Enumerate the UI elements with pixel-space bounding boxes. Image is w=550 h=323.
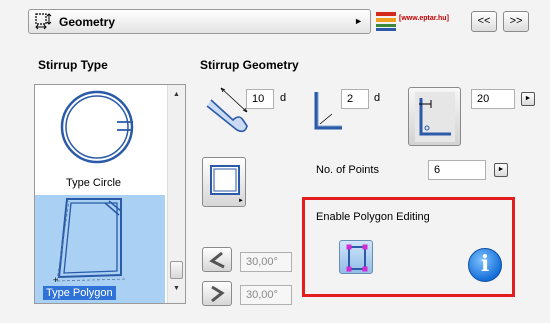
hook-length-icon <box>206 87 248 133</box>
angle-2-button[interactable] <box>202 281 232 306</box>
scroll-up-icon[interactable]: ▲ <box>173 91 180 98</box>
previous-button[interactable]: << <box>471 11 497 32</box>
polygon-editing-label: Enable Polygon Editing <box>316 211 430 223</box>
stirrup-geometry-heading: Stirrup Geometry <box>200 58 299 72</box>
circle-stirrup-icon <box>60 90 134 164</box>
shape-selector-button[interactable]: ► <box>202 157 246 207</box>
next-button[interactable]: >> <box>503 11 529 32</box>
list-scrollbar[interactable]: ▲ ▼ <box>167 85 185 303</box>
brand-link[interactable]: [www.eptar.hu] <box>399 15 449 22</box>
geometry-dropdown[interactable]: Geometry ► <box>28 9 371 34</box>
square-stirrup-icon <box>210 165 240 195</box>
angle-1-input[interactable]: 30,00° <box>240 252 292 272</box>
scroll-down-icon[interactable]: ▼ <box>173 285 180 292</box>
submenu-arrow-icon: ► <box>238 198 244 204</box>
corner-type-button[interactable] <box>408 87 461 146</box>
scroll-thumb[interactable] <box>170 261 183 279</box>
angle-2-input[interactable]: 30,00° <box>240 285 292 305</box>
polygon-edit-icon <box>346 244 368 272</box>
stirrup-type-heading: Stirrup Type <box>38 58 108 72</box>
list-item-label: Type Circle <box>66 177 122 189</box>
enable-polygon-editing-button[interactable] <box>339 240 373 274</box>
geometry-dropdown-label: Geometry <box>59 15 116 29</box>
corner-value-input[interactable]: 20 <box>471 89 515 109</box>
dropdown-arrow-icon: ► <box>354 16 363 26</box>
info-button[interactable]: i <box>468 248 502 282</box>
list-item-label: Type Polygon <box>43 286 116 300</box>
svg-text:+: + <box>53 275 58 285</box>
corner-icon <box>415 92 455 142</box>
geometry-icon <box>35 13 52 30</box>
list-item-type-polygon[interactable]: + Type Polygon <box>35 195 165 303</box>
angle-left-icon <box>209 251 225 269</box>
angle-right-icon <box>211 285 225 303</box>
hook-length-input[interactable]: 10 <box>246 89 274 109</box>
bend-unit-label: d <box>374 92 381 104</box>
points-arrow-button[interactable]: ► <box>494 163 508 177</box>
hook-unit-label: d <box>280 92 287 104</box>
stirrup-type-list[interactable]: Type Circle + Type Polygon ▲ ▼ <box>34 84 186 304</box>
polygon-stirrup-icon: + <box>53 198 126 285</box>
list-item-type-circle[interactable]: Type Circle <box>35 85 165 195</box>
corner-value-arrow-button[interactable]: ► <box>521 92 535 106</box>
angle-1-button[interactable] <box>202 247 232 272</box>
points-label: No. of Points <box>316 164 379 176</box>
bend-length-input[interactable]: 2 <box>341 89 369 109</box>
eptar-logo-icon <box>376 12 396 31</box>
points-input[interactable]: 6 <box>428 160 486 180</box>
